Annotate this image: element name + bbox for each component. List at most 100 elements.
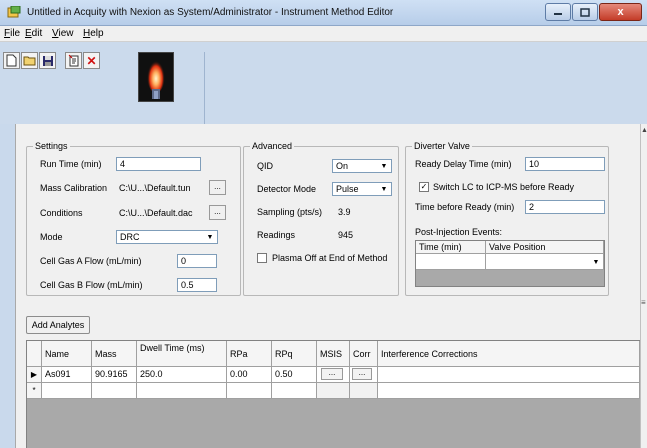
analyte-rpq-cell[interactable]: 0.50 xyxy=(272,367,317,383)
chevron-down-icon: ▼ xyxy=(206,233,214,241)
analyte-msis-cell: ... xyxy=(317,367,350,383)
chevron-down-icon: ▼ xyxy=(380,185,388,193)
menu-file[interactable]: File xyxy=(4,28,20,39)
ready-delay-input[interactable]: 10 xyxy=(525,157,605,171)
chevron-down-icon: ▼ xyxy=(592,258,600,266)
detector-mode-select[interactable]: Pulse ▼ xyxy=(332,182,392,196)
cell-gas-a-label: Cell Gas A Flow (mL/min) xyxy=(40,256,142,266)
cell-gas-b-label: Cell Gas B Flow (mL/min) xyxy=(40,280,143,290)
minimize-button[interactable] xyxy=(545,3,571,21)
switch-lc-checkbox[interactable]: ✓ xyxy=(419,182,429,192)
menu-view[interactable]: View xyxy=(52,28,74,39)
open-button[interactable] xyxy=(21,52,38,69)
plasma-flame-indicator xyxy=(138,52,174,102)
mode-label: Mode xyxy=(40,232,63,242)
analyte-corr-cell: ... xyxy=(350,367,378,383)
conditions-label: Conditions xyxy=(40,208,83,218)
post-injection-valve-cell[interactable]: ▼ xyxy=(486,254,604,270)
save-button[interactable] xyxy=(39,52,56,69)
analyte-dwell-cell[interactable]: 250.0 xyxy=(137,367,227,383)
col-header-interference-corrections: Interference Corrections xyxy=(378,341,640,367)
settings-legend: Settings xyxy=(33,141,70,151)
post-injection-grid: Time (min) Valve Position ▼ xyxy=(415,240,605,287)
new-rpa-cell[interactable] xyxy=(227,383,272,399)
delete-button[interactable]: ✕ xyxy=(83,52,100,69)
add-analytes-button[interactable]: Add Analytes xyxy=(26,316,90,334)
sampling-label: Sampling (pts/s) xyxy=(257,207,323,217)
menu-edit[interactable]: Edit xyxy=(25,28,42,39)
time-before-ready-label: Time before Ready (min) xyxy=(415,202,515,212)
analyte-name-cell[interactable]: As091 xyxy=(42,367,92,383)
qid-label: QID xyxy=(257,161,274,171)
diverter-legend: Diverter Valve xyxy=(412,141,472,151)
window-title: Untitled in Acquity with Nexion as Syste… xyxy=(27,7,394,18)
new-dwell-cell[interactable] xyxy=(137,383,227,399)
method-panel: Settings Run Time (min) 4 Mass Calibrati… xyxy=(15,124,641,448)
menu-help[interactable]: Help xyxy=(83,28,104,39)
analyte-rpa-cell[interactable]: 0.00 xyxy=(227,367,272,383)
open-folder-icon xyxy=(23,56,36,66)
mass-calibration-value: C:\U...\Default.tun xyxy=(119,183,191,193)
col-header-rpq: RPq xyxy=(272,341,317,367)
cell-gas-b-input[interactable]: 0.5 xyxy=(177,278,217,292)
analytes-grid: Name Mass Dwell Time (ms) RPa RPq MSIS C… xyxy=(26,340,641,448)
delete-icon: ✕ xyxy=(86,53,97,68)
scroll-grip-icon[interactable]: ≡ xyxy=(641,298,646,307)
post-injection-time-cell[interactable] xyxy=(416,254,486,270)
row-selector[interactable]: ▶ xyxy=(27,367,42,383)
post-injection-label: Post-Injection Events: xyxy=(415,227,503,237)
corr-browse-button[interactable]: ... xyxy=(352,368,372,380)
col-header-name: Name xyxy=(42,341,92,367)
flame-icon xyxy=(147,57,165,99)
menu-bar: File Edit View Help xyxy=(0,26,647,42)
new-interference-cell[interactable] xyxy=(378,383,640,399)
plasma-off-checkbox[interactable] xyxy=(257,253,267,263)
run-time-label: Run Time (min) xyxy=(40,159,102,169)
advanced-group: Advanced QID On ▼ Detector Mode Pulse ▼ … xyxy=(243,141,399,296)
mass-calibration-browse-button[interactable]: ... xyxy=(209,180,226,195)
conditions-browse-button[interactable]: ... xyxy=(209,205,226,220)
switch-lc-label: Switch LC to ICP-MS before Ready xyxy=(433,182,575,192)
mode-select[interactable]: DRC ▼ xyxy=(116,230,218,244)
col-header-msis: MSIS xyxy=(317,341,350,367)
new-rpq-cell[interactable] xyxy=(272,383,317,399)
col-header-mass: Mass xyxy=(92,341,137,367)
analyte-mass-cell[interactable]: 90.9165 xyxy=(92,367,137,383)
properties-button[interactable] xyxy=(65,52,82,69)
grid-corner xyxy=(27,341,42,367)
qid-select[interactable]: On ▼ xyxy=(332,159,392,173)
new-mass-cell[interactable] xyxy=(92,383,137,399)
new-file-icon xyxy=(6,54,17,67)
cell-gas-a-input[interactable]: 0 xyxy=(177,254,217,268)
close-icon: x xyxy=(617,6,624,18)
msis-browse-button[interactable]: ... xyxy=(321,368,343,380)
plasma-off-label: Plasma Off at End of Method xyxy=(272,253,388,263)
col-header-time: Time (min) xyxy=(416,241,486,254)
diverter-valve-group: Diverter Valve Ready Delay Time (min) 10… xyxy=(405,141,609,296)
vertical-scrollbar[interactable] xyxy=(640,124,647,448)
app-icon xyxy=(7,6,21,18)
sampling-value: 3.9 xyxy=(338,207,351,217)
readings-label: Readings xyxy=(257,230,296,240)
run-time-input[interactable]: 4 xyxy=(116,157,201,171)
col-header-dwell-time: Dwell Time (ms) xyxy=(137,341,227,367)
new-row-selector[interactable]: * xyxy=(27,383,42,399)
maximize-button[interactable] xyxy=(572,3,598,21)
close-button[interactable]: x xyxy=(599,3,642,21)
col-header-valve-position: Valve Position xyxy=(486,241,604,254)
advanced-legend: Advanced xyxy=(250,141,295,151)
conditions-value: C:\U...\Default.dac xyxy=(119,208,193,218)
toolbar-divider xyxy=(204,52,205,124)
analyte-interference-cell[interactable] xyxy=(378,367,640,383)
new-corr-cell[interactable] xyxy=(350,383,378,399)
new-msis-cell[interactable] xyxy=(317,383,350,399)
scroll-up-icon[interactable]: ▲ xyxy=(641,127,647,134)
settings-group: Settings Run Time (min) 4 Mass Calibrati… xyxy=(26,141,241,296)
time-before-ready-input[interactable]: 2 xyxy=(525,200,605,214)
minimize-icon xyxy=(554,13,562,15)
properties-icon xyxy=(68,54,78,67)
new-name-cell[interactable] xyxy=(42,383,92,399)
new-button[interactable] xyxy=(3,52,20,69)
title-bar: Untitled in Acquity with Nexion as Syste… xyxy=(0,0,647,26)
mode-value: DRC xyxy=(120,232,140,242)
